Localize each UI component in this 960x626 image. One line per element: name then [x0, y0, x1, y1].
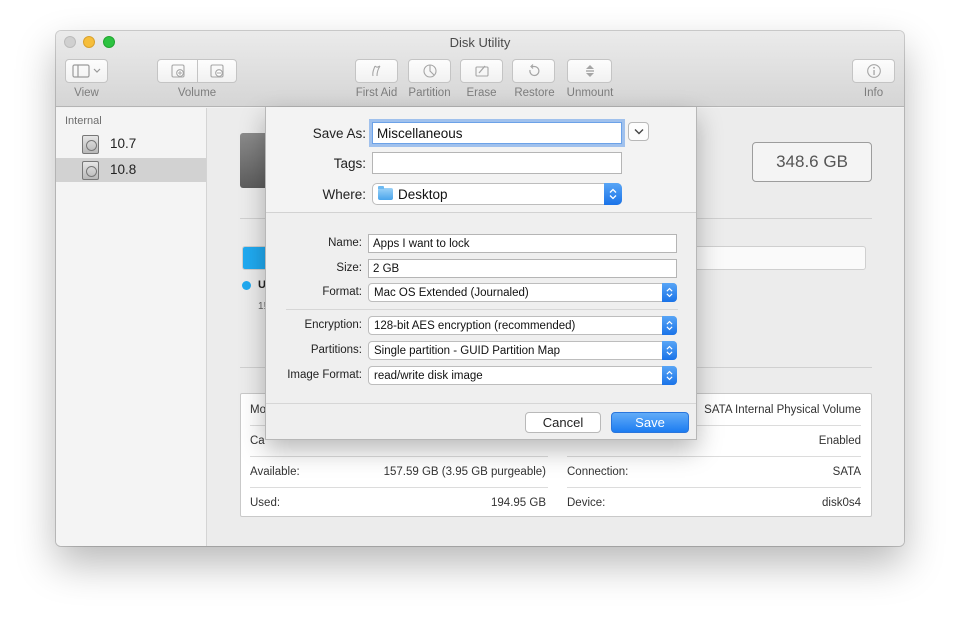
add-volume-button[interactable]: [157, 59, 198, 83]
add-volume-icon: [170, 64, 185, 78]
save-panel-top: Save As: Miscellaneous Tags: Where: Desk…: [266, 107, 696, 213]
sidebar: Internal 10.7 10.8: [56, 108, 207, 546]
first-aid-label: First Aid: [355, 87, 398, 99]
restore-icon: [528, 64, 539, 77]
row-divider: [250, 487, 548, 488]
hard-disk-icon: [82, 161, 99, 180]
row-divider: [567, 456, 861, 457]
format-popup-value: Mac OS Extended (Journaled): [374, 286, 529, 299]
partition-label: Partition: [408, 87, 451, 99]
divider: [286, 309, 678, 310]
titlebar-toolbar: Disk Utility View Volume First Aid Parti…: [56, 31, 904, 107]
used-legend-dot: [242, 281, 251, 290]
info-label-capacity: Ca: [250, 435, 265, 447]
unmount-icon: [585, 65, 594, 77]
folder-icon: [378, 186, 393, 200]
popup-arrows-icon: [662, 366, 677, 385]
info-label-used: Used:: [250, 497, 281, 509]
info-value-available: 157.59 GB (3.95 GB purgeable): [383, 466, 546, 478]
remove-volume-icon: [210, 64, 224, 78]
encryption-label: Encryption:: [304, 319, 362, 331]
info-label-available: Available:: [250, 466, 300, 478]
unmount-label: Unmount: [566, 87, 614, 99]
save-as-label: Save As:: [312, 126, 366, 141]
view-button[interactable]: [65, 59, 108, 83]
restore-button[interactable]: [512, 59, 555, 83]
info-label: Info: [863, 87, 884, 99]
remove-volume-button[interactable]: [197, 59, 237, 83]
sidebar-header-internal: Internal: [65, 115, 102, 127]
image-format-label: Image Format:: [287, 369, 362, 381]
size-label: Size:: [336, 262, 362, 274]
format-popup[interactable]: Mac OS Extended (Journaled): [368, 283, 677, 302]
image-format-popup-value: read/write disk image: [374, 369, 483, 382]
info-label-connection: Connection:: [567, 466, 629, 478]
first-aid-icon: [371, 65, 380, 77]
info-label-mount: Mo: [250, 404, 266, 416]
info-value-owners: Enabled: [818, 435, 861, 447]
volume-label: Volume: [177, 87, 217, 99]
save-as-field[interactable]: Miscellaneous: [372, 122, 622, 144]
chevron-down-icon: [634, 129, 643, 135]
expand-save-panel-button[interactable]: [628, 122, 649, 141]
info-icon: [866, 64, 881, 78]
info-label-device: Device:: [567, 497, 606, 509]
info-value-device: disk0s4: [822, 497, 861, 509]
info-value-connection: SATA: [832, 466, 861, 478]
where-popup[interactable]: Desktop: [372, 183, 622, 205]
info-value-used: 194.95 GB: [491, 497, 546, 509]
info-value-type: SATA Internal Physical Volume: [704, 404, 861, 416]
row-divider: [250, 456, 548, 457]
partitions-label: Partitions:: [310, 344, 362, 356]
popup-arrows-icon: [662, 283, 677, 302]
sidebar-item-label: 10.8: [110, 162, 137, 177]
sidebar-item-10-7[interactable]: 10.7: [56, 132, 206, 156]
restore-label: Restore: [514, 87, 555, 99]
partitions-popup-value: Single partition - GUID Partition Map: [374, 344, 560, 357]
partition-button[interactable]: [408, 59, 451, 83]
unmount-button[interactable]: [567, 59, 612, 83]
partition-icon: [422, 64, 437, 78]
cancel-button[interactable]: Cancel: [525, 412, 601, 433]
encryption-popup-value: 128-bit AES encryption (recommended): [374, 319, 576, 332]
where-popup-value: Desktop: [398, 186, 448, 202]
erase-label: Erase: [466, 87, 497, 99]
info-button[interactable]: [852, 59, 895, 83]
name-label: Name:: [328, 237, 362, 249]
where-label: Where:: [322, 187, 366, 202]
new-image-save-sheet: Save As: Miscellaneous Tags: Where: Desk…: [265, 107, 697, 440]
sidebar-item-label: 10.7: [110, 136, 137, 151]
save-button[interactable]: Save: [611, 412, 689, 433]
tags-field[interactable]: [372, 152, 622, 174]
image-name-field[interactable]: Apps I want to lock: [368, 234, 677, 253]
sidebar-item-10-8[interactable]: 10.8: [56, 158, 206, 182]
popup-arrows-icon: [662, 316, 677, 335]
image-size-field[interactable]: 2 GB: [368, 259, 677, 278]
window-title: Disk Utility: [449, 35, 511, 50]
popup-arrows-icon: [662, 341, 677, 360]
tags-label: Tags:: [333, 156, 366, 171]
format-label: Format:: [322, 286, 362, 298]
row-divider: [567, 487, 861, 488]
capacity-badge: 348.6 GB: [752, 142, 872, 182]
erase-button[interactable]: [460, 59, 503, 83]
erase-icon: [474, 65, 489, 77]
partitions-popup[interactable]: Single partition - GUID Partition Map: [368, 341, 677, 360]
encryption-popup[interactable]: 128-bit AES encryption (recommended): [368, 316, 677, 335]
sidebar-toggle-icon: [71, 64, 100, 78]
first-aid-button[interactable]: [355, 59, 398, 83]
hard-disk-icon: [82, 135, 99, 154]
image-format-popup[interactable]: read/write disk image: [368, 366, 677, 385]
view-label: View: [74, 87, 99, 99]
popup-arrows-icon: [604, 183, 622, 205]
divider: [266, 403, 696, 404]
